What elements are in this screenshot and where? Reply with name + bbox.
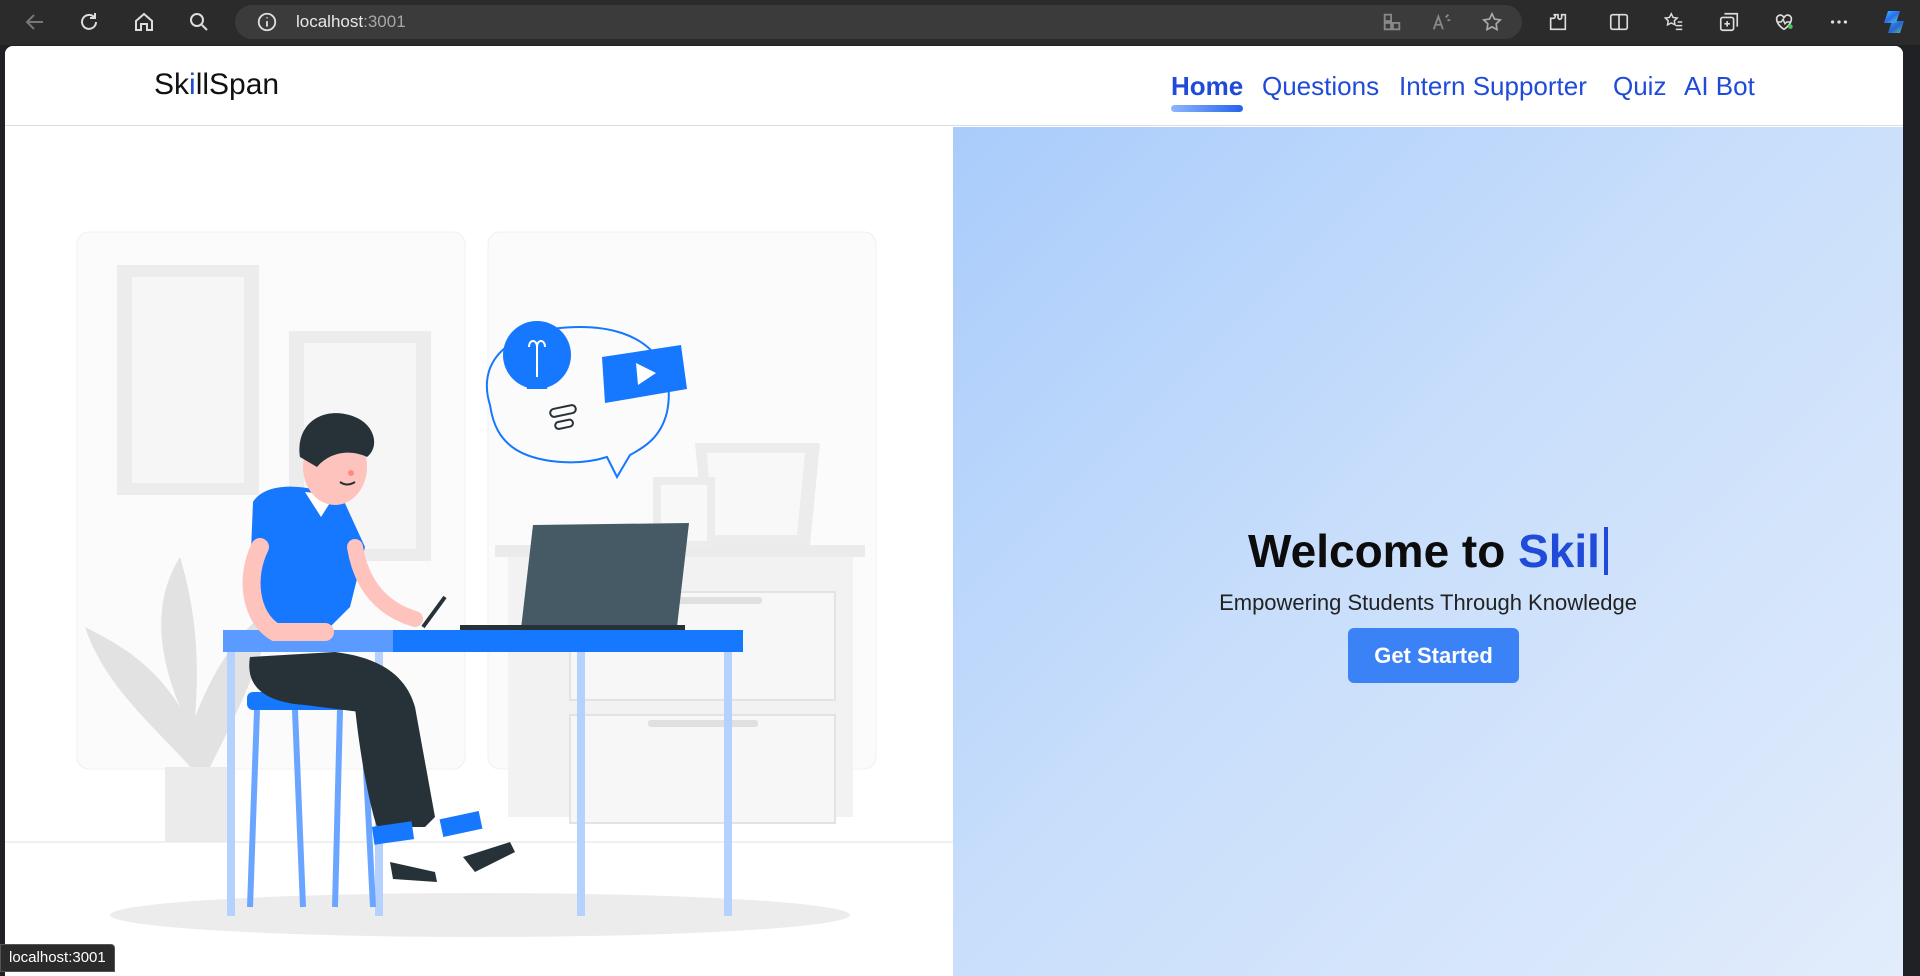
hero-title-typed: Skil	[1518, 525, 1600, 577]
hero-title-prefix: Welcome to	[1248, 525, 1519, 577]
split-screen-icon[interactable]	[1605, 8, 1633, 36]
hero-tagline: Empowering Students Through Knowledge	[1219, 590, 1637, 615]
site-header: SkillSpan Home Questions Intern Supporte…	[5, 46, 1903, 126]
brand-prefix: Sk	[154, 68, 190, 101]
page-viewport: SkillSpan Home Questions Intern Supporte…	[5, 46, 1903, 976]
read-aloud-icon[interactable]	[1428, 8, 1456, 36]
health-icon[interactable]	[1770, 8, 1798, 36]
favorite-star-icon[interactable]	[1478, 8, 1506, 36]
extensions-icon[interactable]	[1544, 8, 1572, 36]
hero-illustration-pane	[5, 127, 953, 976]
collections-icon[interactable]	[1715, 8, 1743, 36]
nav-ai-bot[interactable]: AI Bot	[1684, 71, 1755, 102]
nav-active-indicator	[1171, 105, 1243, 112]
browser-toolbar: localhost:3001	[0, 0, 1920, 45]
brand-logo[interactable]: SkillSpan	[154, 68, 279, 102]
typing-caret	[1603, 527, 1608, 575]
nav-home[interactable]: Home	[1171, 71, 1243, 102]
address-bar[interactable]	[235, 5, 1522, 39]
brand-letter-i: i	[189, 68, 196, 101]
home-icon[interactable]	[130, 8, 158, 36]
info-icon[interactable]	[253, 8, 281, 36]
copilot-icon[interactable]	[1880, 8, 1908, 36]
window-edge	[1903, 46, 1920, 976]
more-icon[interactable]	[1825, 8, 1853, 36]
url-text[interactable]: localhost:3001	[296, 12, 406, 32]
get-started-button[interactable]: Get Started	[1348, 628, 1519, 683]
url-port: :3001	[363, 12, 406, 31]
apps-icon[interactable]	[1378, 8, 1406, 36]
search-icon[interactable]	[185, 8, 213, 36]
nav-questions[interactable]: Questions	[1262, 71, 1379, 102]
brand-suffix: llSpan	[195, 68, 280, 101]
favorites-icon[interactable]	[1660, 8, 1688, 36]
hero-illustration	[5, 231, 953, 937]
status-bar-url: localhost:3001	[0, 944, 115, 972]
nav-intern-supporter[interactable]: Intern Supporter	[1399, 71, 1587, 102]
hero-title: Welcome to Skil	[953, 524, 1903, 578]
back-icon[interactable]	[21, 8, 49, 36]
hero-section: Welcome to Skil Empowering Students Thro…	[953, 127, 1903, 976]
url-host: localhost	[296, 12, 364, 31]
refresh-icon[interactable]	[75, 8, 103, 36]
nav-quiz[interactable]: Quiz	[1613, 71, 1666, 102]
